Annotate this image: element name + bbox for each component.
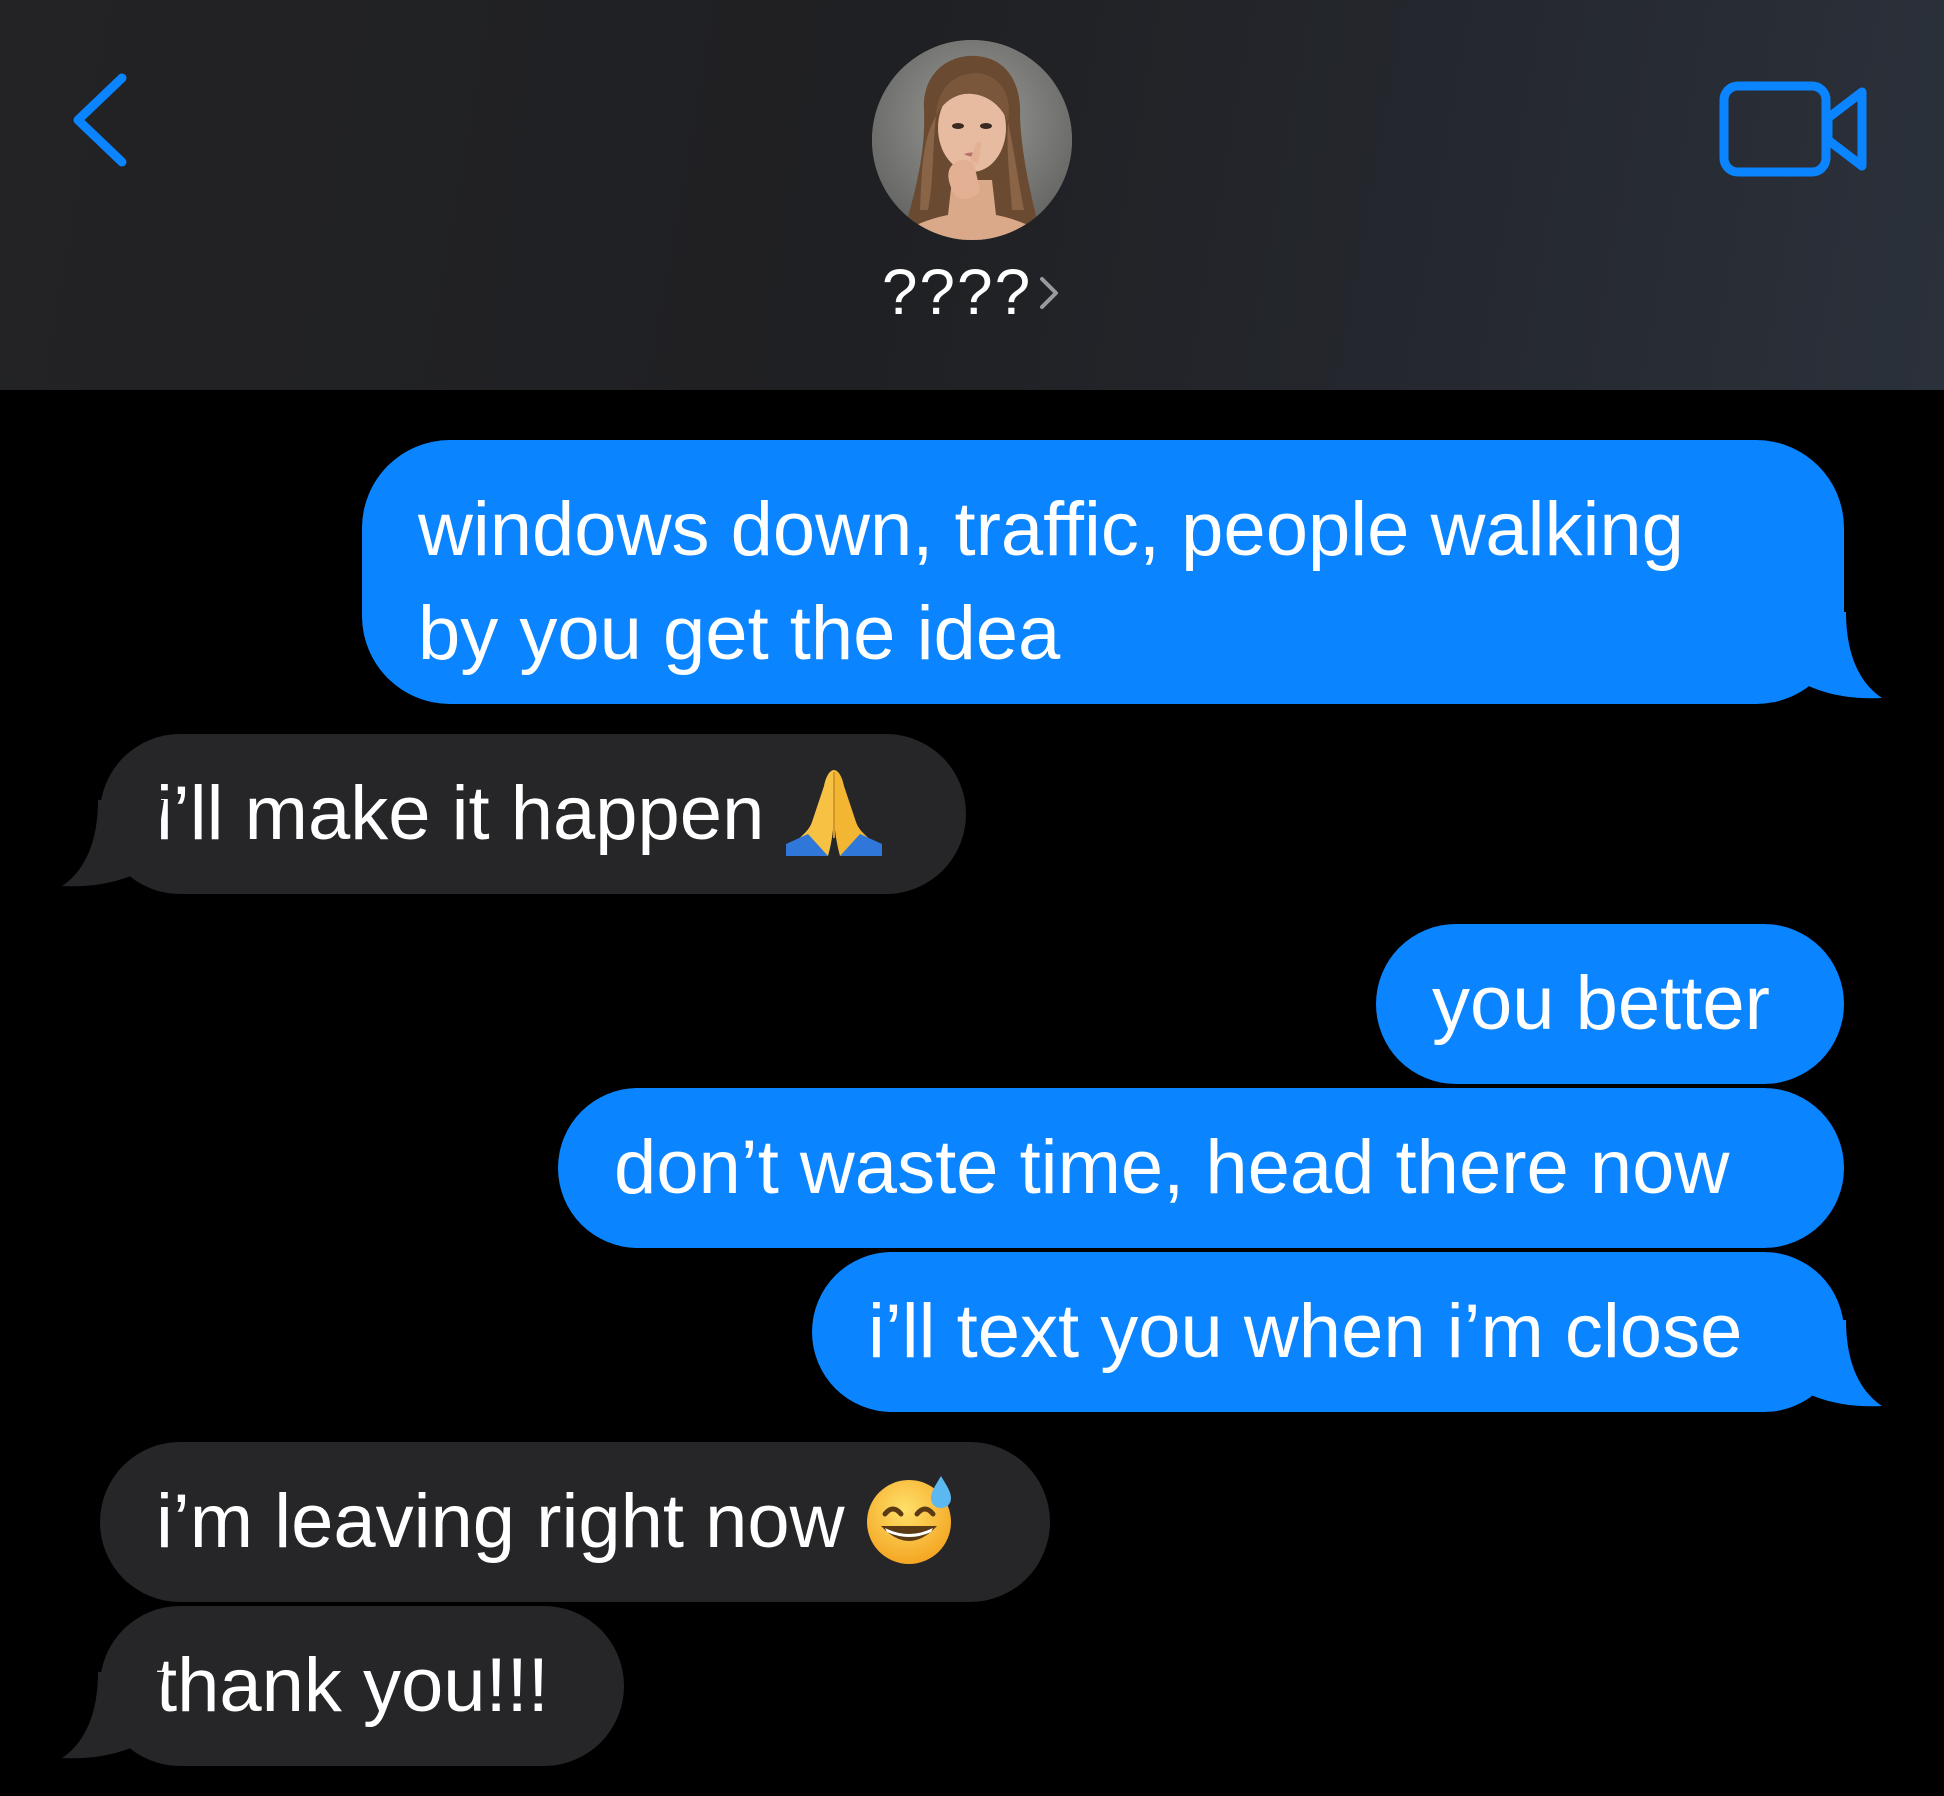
bubble-tail-sent bbox=[1780, 1320, 1882, 1407]
message-text: don’t waste time, head there now bbox=[614, 1125, 1730, 1210]
back-button[interactable] bbox=[60, 70, 140, 170]
message-text: windows down, traffic, people walking bbox=[418, 487, 1684, 572]
message-text: i’ll text you when i’m close bbox=[868, 1289, 1743, 1374]
message-bubble-received[interactable]: i’m leaving right now bbox=[100, 1442, 1050, 1602]
message-bubble-received[interactable]: i’ll make it happen bbox=[100, 734, 966, 894]
bubble-tail-received bbox=[62, 1672, 164, 1759]
contact-name-button[interactable]: ???? bbox=[820, 250, 1124, 334]
bubble-tail-sent bbox=[1780, 612, 1882, 699]
message-text: i’ll make it happen bbox=[156, 771, 765, 856]
messages-screen: ???? windows down, traffic, people walki… bbox=[0, 0, 1944, 1796]
avatar-photo bbox=[872, 40, 1072, 240]
contact-avatar[interactable] bbox=[872, 40, 1072, 240]
message-text: i’m leaving right now bbox=[156, 1479, 845, 1564]
video-camera-icon bbox=[1719, 81, 1867, 177]
message-bubble-sent[interactable]: windows down, traffic, people walking by… bbox=[362, 440, 1844, 704]
message-bubble-sent[interactable]: don’t waste time, head there now bbox=[558, 1088, 1844, 1248]
facetime-button[interactable] bbox=[1716, 78, 1872, 182]
message-text: by you get the idea bbox=[418, 591, 1061, 676]
message-bubble-sent[interactable]: i’ll text you when i’m close bbox=[812, 1252, 1844, 1412]
chevron-right-icon bbox=[1040, 277, 1059, 310]
chevron-left-icon bbox=[73, 73, 127, 167]
message-bubble-sent[interactable]: you better bbox=[1376, 924, 1844, 1084]
grinning-face-with-sweat-emoji bbox=[866, 1475, 951, 1564]
folded-hands-emoji bbox=[786, 769, 883, 856]
conversation-header: ???? bbox=[0, 0, 1944, 390]
message-text: thank you!!! bbox=[156, 1643, 549, 1728]
contact-name: ???? bbox=[881, 256, 1033, 328]
bubble-tail-received bbox=[62, 800, 164, 887]
message-text: you better bbox=[1432, 961, 1770, 1046]
message-bubble-received[interactable]: thank you!!! bbox=[100, 1606, 624, 1766]
